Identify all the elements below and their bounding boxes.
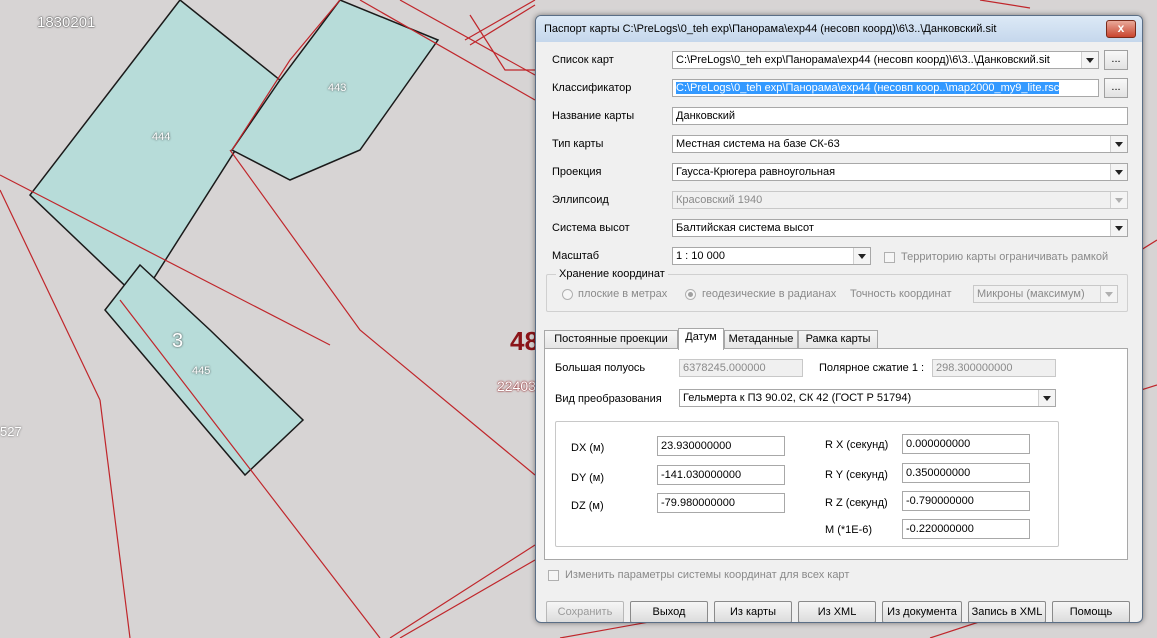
map-code-1830201: 1830201 bbox=[37, 14, 96, 31]
dx-input[interactable]: 23.930000000 bbox=[657, 436, 785, 456]
flat-meters-radio[interactable] bbox=[562, 289, 573, 300]
map-list-value: C:\PreLogs\0_teh exp\Панорама\exp44 (нес… bbox=[676, 54, 1050, 66]
polar-flattening-field: 298.300000000 bbox=[932, 359, 1056, 377]
chevron-down-icon bbox=[1110, 192, 1127, 208]
map-passport-dialog: Паспорт карты C:\PreLogs\0_teh exp\Панор… bbox=[535, 15, 1143, 623]
coord-accuracy-value: Микроны (максимум) bbox=[977, 288, 1085, 300]
tab-permanent-projections[interactable]: Постоянные проекции bbox=[544, 330, 678, 349]
transform-type-select[interactable]: Гельмерта к ПЗ 90.02, СК 42 (ГОСТ Р 5179… bbox=[679, 389, 1056, 407]
limit-frame-label: Территорию карты ограничивать рамкой bbox=[901, 251, 1109, 263]
projection-select[interactable]: Гаусса-Крюгера равноугольная bbox=[672, 163, 1128, 181]
ellipsoid-label: Эллипсоид bbox=[552, 194, 609, 206]
change-all-maps-checkbox[interactable] bbox=[548, 570, 559, 581]
polar-flattening-label: Полярное сжатие 1 : bbox=[819, 362, 925, 374]
dialog-title: Паспорт карты C:\PreLogs\0_teh exp\Панор… bbox=[544, 23, 997, 35]
map-code-22403: 22403 bbox=[497, 378, 536, 394]
change-all-maps-label: Изменить параметры системы координат для… bbox=[565, 569, 850, 581]
tab-metadata[interactable]: Метаданные bbox=[724, 330, 798, 349]
projection-label: Проекция bbox=[552, 166, 602, 178]
geodetic-radians-radio[interactable] bbox=[685, 289, 696, 300]
limit-frame-checkbox[interactable] bbox=[884, 252, 895, 263]
height-system-label: Система высот bbox=[552, 222, 630, 234]
parcel-445-label: 445 bbox=[192, 365, 211, 377]
chevron-down-icon[interactable] bbox=[1038, 390, 1055, 406]
help-button[interactable]: Помощь bbox=[1052, 601, 1130, 622]
parcel-3-label: 3 bbox=[172, 330, 184, 352]
tab-datum[interactable]: Датум bbox=[678, 328, 724, 350]
scale-label: Масштаб bbox=[552, 250, 600, 262]
map-type-value: Местная система на базе СК-63 bbox=[676, 138, 840, 150]
chevron-down-icon[interactable] bbox=[1081, 52, 1098, 68]
from-document-button[interactable]: Из документа bbox=[882, 601, 962, 622]
parcel-443-label: 443 bbox=[328, 82, 347, 94]
flat-meters-label: плоские в метрах bbox=[578, 288, 668, 300]
exit-button[interactable]: Выход bbox=[630, 601, 708, 622]
transform-type-value: Гельмерта к ПЗ 90.02, СК 42 (ГОСТ Р 5179… bbox=[683, 392, 912, 404]
major-axis-label: Большая полуось bbox=[555, 362, 646, 374]
dy-label: DY (м) bbox=[571, 472, 605, 484]
geodetic-radians-label: геодезические в радианах bbox=[702, 288, 837, 300]
classifier-field[interactable]: C:\PreLogs\0_teh exp\Панорама\exp44 (нес… bbox=[672, 79, 1099, 97]
classifier-label: Классификатор bbox=[552, 82, 632, 94]
projection-value: Гаусса-Крюгера равноугольная bbox=[676, 166, 836, 178]
dx-label: DX (м) bbox=[571, 442, 605, 454]
coord-accuracy-select: Микроны (максимум) bbox=[973, 285, 1118, 303]
write-xml-button[interactable]: Запись в XML bbox=[968, 601, 1046, 622]
ellipsoid-select: Красовский 1940 bbox=[672, 191, 1128, 209]
chevron-down-icon[interactable] bbox=[1110, 164, 1127, 180]
tab-strip: Постоянные проекции Датум Метаданные Рам… bbox=[544, 328, 1128, 350]
transform-type-label: Вид преобразования bbox=[555, 393, 662, 405]
save-button[interactable]: Сохранить bbox=[546, 601, 624, 622]
close-icon: x bbox=[1117, 21, 1125, 35]
chevron-down-icon[interactable] bbox=[853, 248, 870, 264]
height-system-select[interactable]: Балтийская система высот bbox=[672, 219, 1128, 237]
chevron-down-icon[interactable] bbox=[1110, 220, 1127, 236]
close-button[interactable]: x bbox=[1106, 20, 1136, 38]
map-list-select[interactable]: C:\PreLogs\0_teh exp\Панорама\exp44 (нес… bbox=[672, 51, 1099, 69]
rz-label: R Z (секунд) bbox=[825, 497, 888, 509]
map-type-select[interactable]: Местная система на базе СК-63 bbox=[672, 135, 1128, 153]
dz-input[interactable]: -79.980000000 bbox=[657, 493, 785, 513]
classifier-value: C:\PreLogs\0_teh exp\Панорама\exp44 (нес… bbox=[676, 82, 1060, 94]
rx-label: R X (секунд) bbox=[825, 439, 889, 451]
coord-accuracy-label: Точность координат bbox=[850, 288, 952, 300]
map-type-label: Тип карты bbox=[552, 138, 604, 150]
dy-input[interactable]: -141.030000000 bbox=[657, 465, 785, 485]
tab-map-frame[interactable]: Рамка карты bbox=[798, 330, 878, 349]
major-axis-field: 6378245.000000 bbox=[679, 359, 803, 377]
ry-label: R Y (секунд) bbox=[825, 469, 888, 481]
height-system-value: Балтийская система высот bbox=[676, 222, 814, 234]
parcel-444-label: 444 bbox=[152, 131, 171, 143]
map-name-input[interactable]: Данковский bbox=[672, 107, 1128, 125]
map-list-browse-button[interactable]: ... bbox=[1104, 50, 1128, 70]
coord-storage-title: Хранение координат bbox=[556, 268, 668, 280]
m-label: M (*1E-6) bbox=[825, 524, 873, 536]
dialog-titlebar[interactable]: Паспорт карты C:\PreLogs\0_teh exp\Панор… bbox=[536, 16, 1142, 42]
chevron-down-icon[interactable] bbox=[1110, 136, 1127, 152]
dialog-client-area: Список карт C:\PreLogs\0_teh exp\Панорам… bbox=[542, 44, 1134, 622]
map-list-label: Список карт bbox=[552, 54, 614, 66]
scale-value: 1 : 10 000 bbox=[676, 250, 725, 262]
map-code-527: 527 bbox=[0, 424, 22, 439]
ellipsoid-value: Красовский 1940 bbox=[676, 194, 763, 206]
dz-label: DZ (м) bbox=[571, 500, 604, 512]
m-input[interactable]: -0.220000000 bbox=[902, 519, 1030, 539]
from-map-button[interactable]: Из карты bbox=[714, 601, 792, 622]
classifier-browse-button[interactable]: ... bbox=[1104, 78, 1128, 98]
datum-tab-panel: Большая полуось 6378245.000000 Полярное … bbox=[544, 348, 1128, 560]
map-name-label: Название карты bbox=[552, 110, 635, 122]
from-xml-button[interactable]: Из XML bbox=[798, 601, 876, 622]
rx-input[interactable]: 0.000000000 bbox=[902, 434, 1030, 454]
ry-input[interactable]: 0.350000000 bbox=[902, 463, 1030, 483]
scale-select[interactable]: 1 : 10 000 bbox=[672, 247, 871, 265]
rz-input[interactable]: -0.790000000 bbox=[902, 491, 1030, 511]
chevron-down-icon bbox=[1100, 286, 1117, 302]
